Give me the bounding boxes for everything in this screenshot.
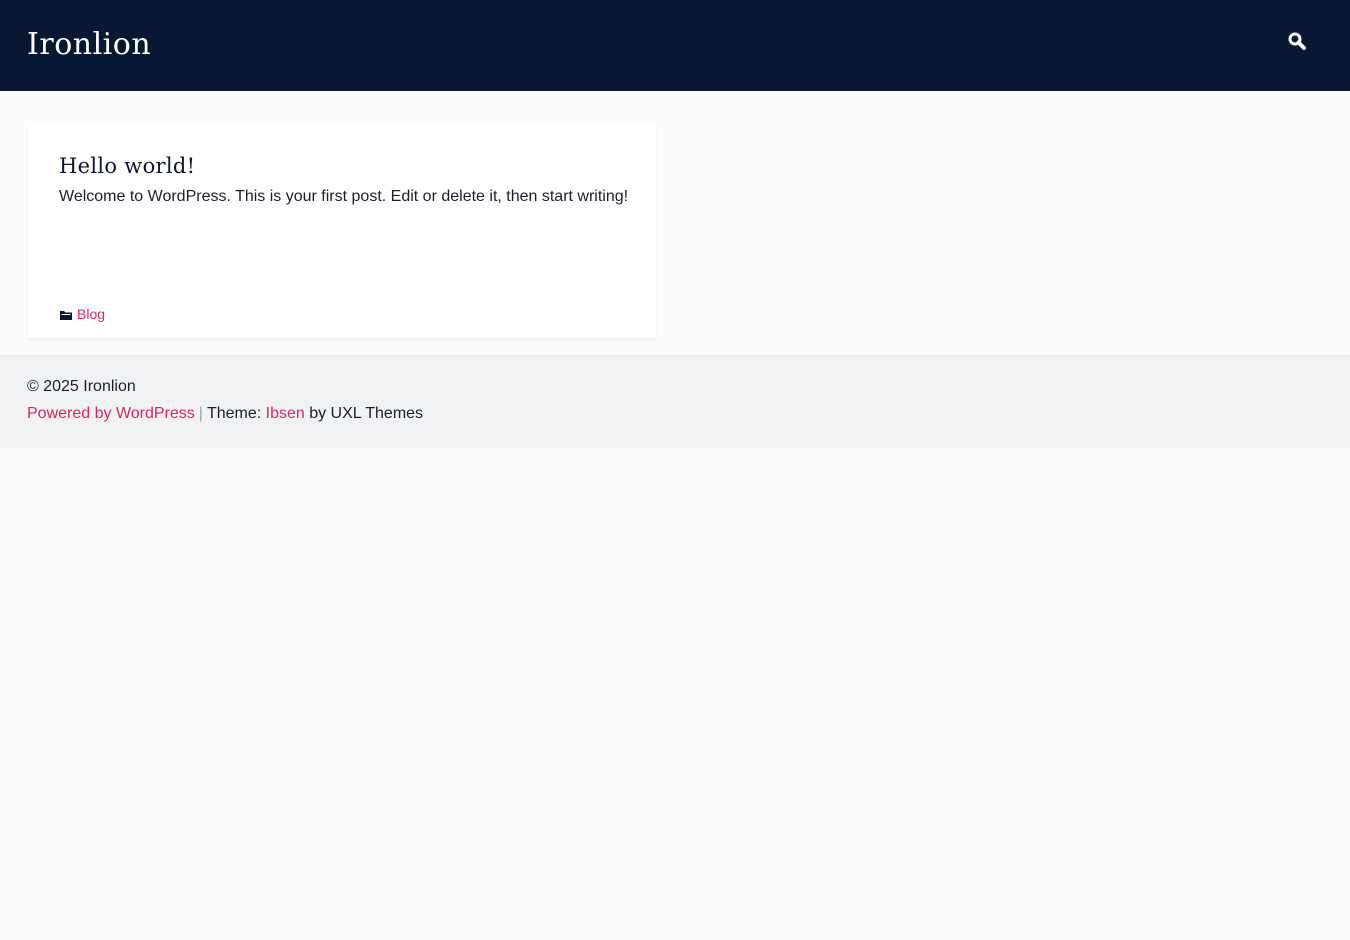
site-title-link[interactable]: Ironlion (27, 24, 151, 66)
theme-name-link[interactable]: Ibsen (266, 405, 305, 422)
post-excerpt: Welcome to WordPress. This is your first… (59, 188, 629, 205)
content-area: Hello world! Welcome to WordPress. This … (0, 91, 1350, 355)
post-card: Hello world! Welcome to WordPress. This … (28, 126, 656, 338)
credits-separator: | (198, 405, 203, 422)
theme-prefix: Theme: (206, 405, 266, 422)
category-link-blog[interactable]: Blog (77, 304, 105, 324)
copyright-text: © 2025 Ironlion (27, 378, 136, 395)
theme-author: by UXL Themes (304, 405, 424, 422)
post-title-link[interactable]: Hello world! (59, 150, 195, 182)
search-icon[interactable] (1284, 28, 1310, 54)
footer-credits: Powered by WordPress | Theme: Ibsen by UXL… (27, 401, 423, 427)
site-header: Ironlion (0, 0, 1350, 91)
powered-by-wordpress-link[interactable]: Powered by WordPress (27, 405, 195, 422)
post-category-meta: Blog (59, 304, 105, 324)
folder-icon (59, 308, 73, 320)
site-footer: © 2025 Ironlion Powered by WordPress | The… (0, 355, 1350, 448)
